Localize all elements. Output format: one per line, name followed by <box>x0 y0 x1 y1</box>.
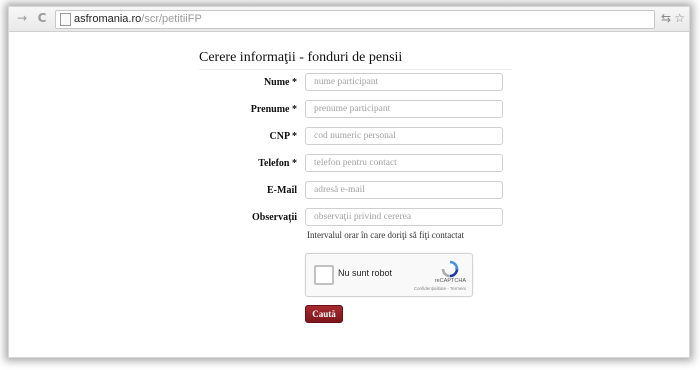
title-divider <box>199 69 511 70</box>
telefon-input[interactable] <box>305 154 503 172</box>
reload-icon[interactable]: C <box>35 11 49 25</box>
form-row-prenume: Prenume * <box>9 100 689 120</box>
address-bar[interactable]: asfromania.ro/scr/petitiiFP <box>55 10 655 29</box>
cnp-label: CNP * <box>269 131 298 142</box>
translate-icon[interactable]: ⇆ <box>661 11 671 25</box>
observatii-label: Observaţii <box>252 212 297 223</box>
url-text: asfromania.ro/scr/petitiiFP <box>74 11 202 28</box>
form-row-telefon: Telefon * <box>9 154 689 174</box>
telefon-label: Telefon * <box>258 158 297 169</box>
submit-button[interactable]: Caută <box>305 305 343 323</box>
observatii-input[interactable] <box>305 208 503 226</box>
recaptcha-legal-links[interactable]: Confidențialitate - Termeni <box>414 286 466 291</box>
email-label: E-Mail <box>267 185 297 196</box>
recaptcha-checkbox[interactable] <box>314 265 334 285</box>
form-row-observatii: Observaţii <box>9 208 689 228</box>
cnp-input[interactable] <box>305 127 503 145</box>
recaptcha-widget: Nu sunt robot reCAPTCHA Confidențialitat… <box>305 253 473 297</box>
recaptcha-brand: reCAPTCHA <box>434 278 466 284</box>
bookmark-star-icon[interactable]: ☆ <box>674 11 685 25</box>
prenume-input[interactable] <box>305 100 503 118</box>
back-arrow-icon[interactable]: → <box>15 11 29 25</box>
form-row-email: E-Mail <box>9 181 689 201</box>
page-icon <box>60 13 71 26</box>
nume-label: Nume * <box>263 77 297 88</box>
email-input[interactable] <box>305 181 503 199</box>
form-row-nume: Nume * <box>9 73 689 93</box>
nume-input[interactable] <box>305 73 503 91</box>
prenume-label: Prenume * <box>250 104 297 115</box>
url-path: /scr/petitiiFP <box>141 13 202 25</box>
browser-toolbar: → C asfromania.ro/scr/petitiiFP ⇆ ☆ <box>9 7 689 32</box>
contact-interval-help: Intervalul orar în care doriţi să fiţi c… <box>307 230 465 240</box>
recaptcha-logo-icon <box>441 260 459 278</box>
form-row-cnp: CNP * <box>9 127 689 147</box>
recaptcha-label: Nu sunt robot <box>338 268 393 278</box>
page-title: Cerere informaţii - fonduri de pensii <box>199 50 403 65</box>
browser-window: → C asfromania.ro/scr/petitiiFP ⇆ ☆ Cere… <box>8 6 690 358</box>
url-domain: asfromania.ro <box>74 13 142 25</box>
